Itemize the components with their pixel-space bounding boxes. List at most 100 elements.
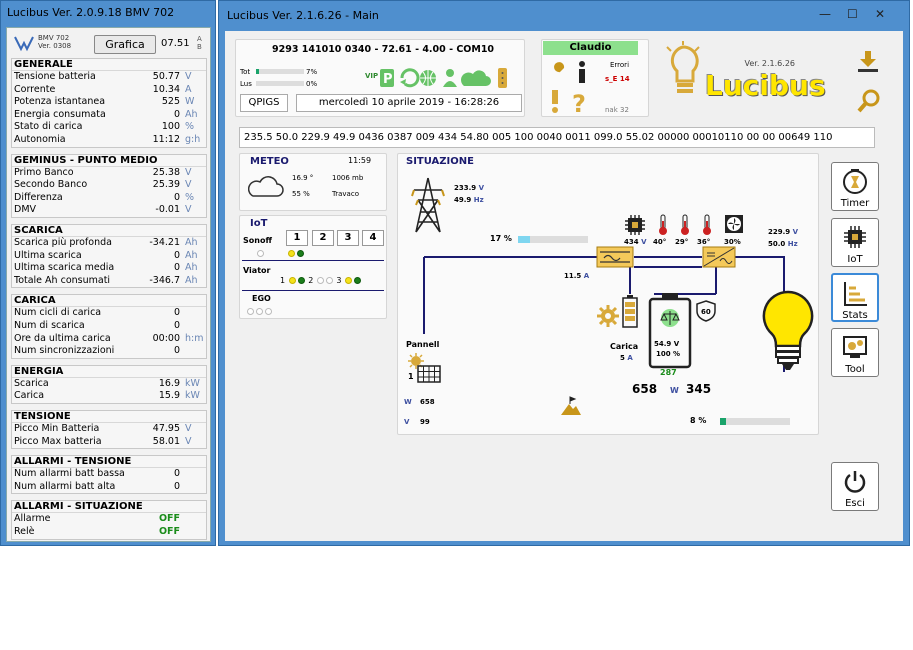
main-title-bar[interactable]: Lucibus Ver. 2.1.6.26 - Main (219, 1, 909, 31)
status-dot (256, 307, 263, 315)
minimize-icon[interactable]: — (819, 7, 831, 21)
wrench-icon[interactable] (550, 62, 565, 82)
viator-item-1-label: 1 (280, 276, 286, 285)
bmv-row-label: Ore da ultima carica (14, 332, 111, 344)
exclamation-icon[interactable] (552, 90, 558, 113)
pv-voltage: 99 (420, 418, 430, 426)
bmv-section-title: TENSIONE (12, 411, 206, 423)
status-dot-yellow (345, 277, 353, 284)
pannelli-count: 1 (408, 372, 414, 381)
status-dot (247, 307, 254, 315)
refresh-icon[interactable] (400, 68, 420, 88)
temp-1: 40° (653, 238, 667, 246)
serial-port-icon[interactable] (498, 68, 507, 88)
bmv-row: Potenza istantanea 525 W (12, 96, 206, 109)
bmv-row: Num di scarica 0 (12, 320, 206, 333)
power-pylon-icon (411, 177, 445, 233)
load-bar (720, 418, 790, 425)
bmv-section: TENSIONE Picco Min Batteria 47.95 V Picco Ma… (11, 410, 207, 450)
iot-divider (242, 260, 384, 261)
bmv-row: Tensione batteria 50.77 V (12, 71, 206, 84)
raw-data-field: 235.5 50.0 229.9 49.9 0436 0387 009 434 … (239, 127, 875, 148)
bmv-row: Autonomia 11:12 g:h (12, 134, 206, 147)
meteo-pressure: 1006 mb (332, 174, 364, 182)
user-icon[interactable] (443, 69, 457, 87)
sonoff-button-3[interactable]: 3 (337, 230, 359, 246)
bmv-row-label: Scarica (14, 377, 49, 389)
info-icon[interactable] (579, 61, 585, 83)
grid-voltage: 233.9 (454, 184, 477, 192)
bmv-row-unit: Ah (185, 262, 198, 274)
timer-button[interactable]: Timer (831, 162, 879, 211)
tool-icons: ? (550, 61, 586, 114)
bmv-row-value: 0 (173, 480, 180, 492)
bmv-section-title: ENERGIA (12, 366, 206, 378)
status-icons: P (380, 68, 507, 88)
bmv-row-value: -0.01 (155, 204, 180, 216)
bmv-section: ENERGIA Scarica 16.9 kW Carica 15.9 kW (11, 364, 207, 404)
bmv-row-unit: h:m (185, 332, 204, 344)
bmv-window-title: Lucibus Ver. 2.0.9.18 BMV 702 (7, 6, 175, 19)
bmv-row-unit: Ah (185, 274, 198, 286)
lucibus-logo-text: Lucibus (705, 69, 826, 102)
status-dot-yellow (288, 249, 296, 257)
close-icon[interactable]: ✕ (875, 7, 885, 21)
pannelli-label: Pannell (406, 340, 440, 349)
inverter-icon (702, 246, 736, 268)
maximize-icon[interactable]: ☐ (847, 7, 858, 21)
grafica-button[interactable]: Grafica (94, 35, 156, 54)
power-in: 658 (632, 382, 658, 396)
temp-2: 29° (675, 238, 689, 246)
chip-icon (844, 226, 866, 248)
bmv-row-unit: Ah (185, 108, 198, 120)
bmv-row-label: Totale Ah consumati (14, 274, 111, 286)
esci-button[interactable]: Esci (831, 462, 879, 511)
bmv-row-label: Stato di carica (14, 121, 83, 133)
bmv-row: Totale Ah consumati -346.7 Ah (12, 275, 206, 288)
out-voltage-unit: V (792, 228, 799, 236)
qpigs-button[interactable]: QPIGS (240, 94, 288, 112)
bmv-row-label: Ultima scarica (14, 249, 82, 261)
sonoff-button-1[interactable]: 1 (286, 230, 308, 246)
battery-pct: 100 % (656, 350, 681, 358)
cloud-icon[interactable] (461, 70, 491, 86)
bmv-row-unit: V (185, 71, 192, 82)
sonoff-button-2[interactable]: 2 (312, 230, 334, 246)
status-dot (265, 307, 272, 315)
tot-bar-fill (256, 69, 260, 74)
bmv-row: Ore da ultima carica 00:00 h:m (12, 333, 206, 346)
user-label[interactable]: Claudio (543, 41, 638, 55)
bmv-row-unit (180, 345, 206, 358)
bmv-section-title: SCARICA (12, 225, 206, 237)
sonoff-button-4[interactable]: 4 (362, 230, 384, 246)
bmv-row-unit: % (185, 191, 195, 203)
globe-icon[interactable] (420, 70, 436, 86)
viator-label: Viator (243, 266, 271, 275)
grid-freq-line: 49.9 Hz (454, 196, 484, 204)
bmv-row-value: 525 (161, 96, 180, 108)
stats-button[interactable]: Stats (831, 273, 879, 322)
fan-icon (725, 215, 743, 233)
charger-current-line: 11.5 A (564, 272, 589, 280)
bmv-row-label: Num di scarica (14, 319, 85, 331)
meteo-temp: 16.9 ° (292, 174, 314, 182)
bmv-row: Carica 15.9 kW (12, 390, 206, 403)
magnifier-icon[interactable] (857, 89, 881, 113)
tool-button[interactable]: Tool (831, 328, 879, 377)
bmv-row: Num allarmi batt alta 0 (12, 481, 206, 494)
out-voltage: 229.9 (768, 228, 791, 236)
parking-icon[interactable]: P (380, 69, 394, 87)
b-label: B (197, 43, 202, 51)
iot-button[interactable]: IoT (831, 218, 879, 267)
download-icon[interactable] (857, 49, 879, 73)
bmv-title-bar[interactable]: Lucibus Ver. 2.0.9.18 BMV 702 (1, 1, 215, 27)
bmv-row-value: 0 (173, 191, 180, 203)
bmv-row-value: 10.34 (152, 83, 180, 95)
out-voltage-line: 229.9 V (768, 228, 798, 236)
question-icon[interactable]: ? (572, 90, 586, 114)
status-dot (257, 249, 264, 257)
gear-icon (597, 305, 619, 327)
bmv-row-label: Energia consumata (14, 108, 106, 120)
timer-label: Timer (840, 198, 870, 209)
lus-pct: 0% (306, 80, 318, 88)
